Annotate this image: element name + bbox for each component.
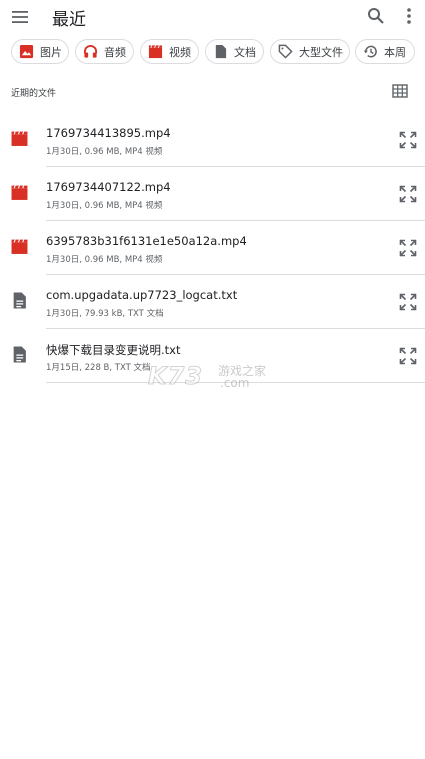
document-icon [215, 44, 227, 59]
video-file-icon [11, 131, 28, 146]
chip-documents[interactable]: 文档 [205, 39, 264, 64]
file-meta: 1月30日, 0.96 MB, MP4 视频 [46, 147, 163, 157]
page-title: 最近 [52, 10, 86, 30]
chip-label: 文档 [234, 45, 256, 59]
headphones-icon [83, 45, 98, 58]
history-icon [363, 45, 377, 58]
expand-icon[interactable] [399, 347, 417, 365]
divider [46, 382, 425, 383]
recent-files-label: 近期的文件 [11, 89, 57, 99]
file-row[interactable]: 1769734413895.mp4 1月30日, 0.96 MB, MP4 视频 [0, 113, 425, 167]
app-bar: 最近 [0, 0, 425, 34]
file-name: com.upgadata.up7723_logcat.txt [46, 288, 238, 302]
text-file-icon [13, 346, 26, 363]
file-list: 1769734413895.mp4 1月30日, 0.96 MB, MP4 视频… [0, 113, 425, 383]
expand-icon[interactable] [399, 293, 417, 311]
file-row[interactable]: 6395783b31f6131e1e50a12a.mp4 1月30日, 0.96… [0, 221, 425, 275]
chip-large-files[interactable]: 大型文件 [270, 39, 350, 64]
chip-video[interactable]: 视频 [140, 39, 199, 64]
tag-icon [278, 44, 293, 59]
file-name: 1769734407122.mp4 [46, 180, 171, 194]
file-meta: 1月30日, 79.93 kB, TXT 文档 [46, 309, 164, 319]
chip-label: 音频 [104, 45, 126, 59]
video-icon [148, 45, 163, 59]
file-row[interactable]: com.upgadata.up7723_logcat.txt 1月30日, 79… [0, 275, 425, 329]
chip-label: 图片 [40, 45, 62, 59]
chip-label: 本周 [384, 45, 406, 59]
expand-icon[interactable] [399, 239, 417, 257]
file-meta: 1月15日, 228 B, TXT 文档 [46, 363, 151, 373]
grid-view-icon[interactable] [392, 83, 408, 99]
chip-audio[interactable]: 音频 [75, 39, 134, 64]
chip-images[interactable]: 图片 [11, 39, 69, 64]
more-vert-icon[interactable] [401, 6, 417, 26]
chip-label: 大型文件 [299, 45, 343, 59]
chip-label: 视频 [169, 45, 191, 59]
video-file-icon [11, 185, 28, 200]
file-name: 1769734413895.mp4 [46, 126, 171, 140]
file-name: 快爆下载目录变更说明.txt [46, 343, 181, 357]
text-file-icon [13, 292, 26, 309]
menu-icon[interactable] [10, 7, 30, 27]
video-file-icon [11, 239, 28, 254]
image-icon [19, 44, 34, 59]
file-row[interactable]: 1769734407122.mp4 1月30日, 0.96 MB, MP4 视频 [0, 167, 425, 221]
file-meta: 1月30日, 0.96 MB, MP4 视频 [46, 255, 163, 265]
search-icon[interactable] [366, 6, 386, 26]
chip-this-week[interactable]: 本周 [355, 39, 415, 64]
filter-chips: 图片 音频 视频 文档 大型文件 本周 [0, 39, 425, 65]
expand-icon[interactable] [399, 185, 417, 203]
file-meta: 1月30日, 0.96 MB, MP4 视频 [46, 201, 163, 211]
file-name: 6395783b31f6131e1e50a12a.mp4 [46, 234, 247, 248]
expand-icon[interactable] [399, 131, 417, 149]
file-row[interactable]: 快爆下载目录变更说明.txt 1月15日, 228 B, TXT 文档 [0, 329, 425, 383]
